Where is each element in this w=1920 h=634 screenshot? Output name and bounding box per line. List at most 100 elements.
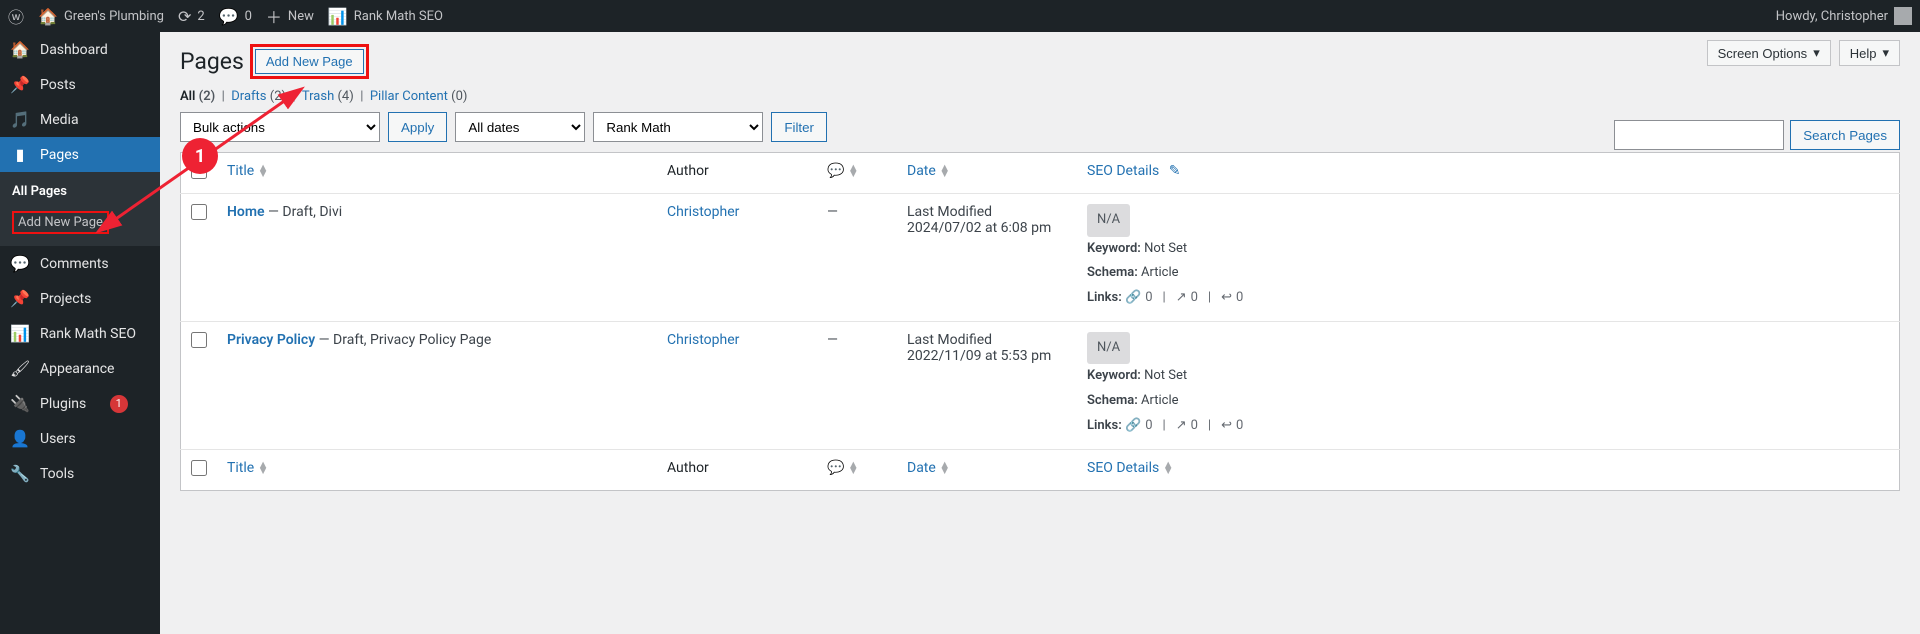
howdy-link[interactable]: Howdy, Christopher xyxy=(1776,7,1912,25)
seo-links-label: Links: xyxy=(1087,418,1122,433)
date-filter-select[interactable]: All dates xyxy=(455,112,585,142)
seo-keyword-label: Keyword: xyxy=(1087,368,1141,383)
avatar-icon xyxy=(1894,7,1912,25)
plug-icon: 🔌 xyxy=(10,394,30,413)
updates-count: 2 xyxy=(197,9,204,24)
comment-icon: 💬 xyxy=(827,163,844,179)
seo-links-label: Links: xyxy=(1087,290,1122,305)
sidebar-item-users[interactable]: 👤Users xyxy=(0,421,160,456)
page-icon: ▮ xyxy=(10,145,30,164)
sidebar-item-tools[interactable]: 🔧 Tools xyxy=(0,456,160,491)
sort-icon: ▲▼ xyxy=(258,461,269,475)
view-drafts[interactable]: Drafts (2) xyxy=(231,89,286,104)
sidebar-item-rankmath[interactable]: 📊Rank Math SEO xyxy=(0,316,160,351)
row-comments: — xyxy=(827,332,838,348)
row-date-label: Last Modified xyxy=(907,332,1067,348)
screen-meta-links: Screen Options▾ Help▾ xyxy=(1707,40,1900,66)
filter-button[interactable]: Filter xyxy=(771,112,827,142)
new-link[interactable]: ＋ New xyxy=(266,4,314,28)
chevron-down-icon: ▾ xyxy=(1882,45,1889,61)
rankmath-link[interactable]: 📊 Rank Math SEO xyxy=(328,7,443,26)
sidebar-label-tools: Tools xyxy=(40,466,74,482)
help-toggle[interactable]: Help▾ xyxy=(1839,40,1900,66)
link-icon: 🔗 xyxy=(1125,286,1141,311)
media-icon: 🎵 xyxy=(10,110,30,129)
col-author-foot[interactable]: Author xyxy=(657,449,817,490)
bulk-actions-select[interactable]: Bulk actions xyxy=(180,112,380,142)
annotation-marker-1: 1 xyxy=(182,138,218,174)
row-author-link[interactable]: Christopher xyxy=(667,332,739,348)
select-all-checkbox-bottom[interactable] xyxy=(191,460,207,476)
sidebar-label-posts: Posts xyxy=(40,77,76,93)
view-pillar[interactable]: Pillar Content (0) xyxy=(370,89,468,104)
sidebar-item-projects[interactable]: 📌Projects xyxy=(0,281,160,316)
sort-icon: ▲▼ xyxy=(848,164,859,178)
seo-badge: N/A xyxy=(1087,204,1130,237)
add-new-page-button[interactable]: Add New Page xyxy=(255,49,364,74)
rankmath-filter-select[interactable]: Rank Math xyxy=(593,112,763,142)
search-input[interactable] xyxy=(1614,120,1784,150)
sidebar-sub-add-new[interactable]: Add New Page xyxy=(0,205,160,240)
col-seo-foot[interactable]: SEO Details ▲▼ xyxy=(1077,449,1900,490)
wrench-icon: 🔧 xyxy=(10,464,30,483)
sidebar-label-plugins: Plugins xyxy=(40,396,86,412)
sidebar-label-pages: Pages xyxy=(40,147,79,163)
pin-icon: 📌 xyxy=(10,75,30,94)
home-icon: 🏠 xyxy=(38,7,58,26)
view-filters: All (2) | Drafts (2) | Trash (4) | Pilla… xyxy=(180,89,1900,104)
col-title-foot[interactable]: Title ▲▼ xyxy=(217,449,657,490)
row-author-link[interactable]: Christopher xyxy=(667,204,739,220)
sidebar-item-posts[interactable]: 📌 Posts xyxy=(0,67,160,102)
table-header-row: Title ▲▼ Author 💬 ▲▼ Date ▲▼ SEO Details… xyxy=(181,153,1900,194)
main-content: Screen Options▾ Help▾ Pages Add New Page… xyxy=(160,32,1920,634)
col-title[interactable]: Title ▲▼ xyxy=(217,153,657,194)
links-incoming: 0 xyxy=(1236,286,1243,311)
row-title-link[interactable]: Privacy Policy xyxy=(227,332,315,348)
seo-schema-label: Schema: xyxy=(1087,393,1138,408)
row-date-label: Last Modified xyxy=(907,204,1067,220)
view-trash[interactable]: Trash (4) xyxy=(302,89,354,104)
comments-link[interactable]: 💬 0 xyxy=(219,7,252,26)
sidebar-item-media[interactable]: 🎵Media xyxy=(0,102,160,137)
col-date-foot[interactable]: Date ▲▼ xyxy=(897,449,1077,490)
screen-options-label: Screen Options xyxy=(1718,46,1808,61)
external-link-icon: ↗ xyxy=(1176,286,1187,311)
sidebar-sub-all-pages[interactable]: All Pages xyxy=(0,178,160,205)
edit-icon[interactable]: ✎ xyxy=(1169,163,1181,179)
add-new-page-highlight: Add New Page xyxy=(12,211,109,234)
wp-logo-icon[interactable]: ⓦ xyxy=(8,4,24,28)
apply-button[interactable]: Apply xyxy=(388,112,447,142)
screen-options-toggle[interactable]: Screen Options▾ xyxy=(1707,40,1831,66)
seo-links: 🔗0| ↗0| ↩0 xyxy=(1125,286,1243,311)
row-checkbox[interactable] xyxy=(191,332,207,348)
pages-table: Title ▲▼ Author 💬 ▲▼ Date ▲▼ SEO Details… xyxy=(180,152,1900,491)
col-comments-foot[interactable]: 💬 ▲▼ xyxy=(817,449,897,490)
updates-link[interactable]: ⟳ 2 xyxy=(178,7,205,26)
site-name-link[interactable]: 🏠 Green's Plumbing xyxy=(38,7,164,26)
col-author[interactable]: Author xyxy=(657,153,817,194)
row-comments: — xyxy=(827,204,838,220)
col-comments[interactable]: 💬 ▲▼ xyxy=(817,153,897,194)
sidebar-item-dashboard[interactable]: 🏠Dashboard xyxy=(0,32,160,67)
sidebar-item-appearance[interactable]: 🖌Appearance xyxy=(0,351,160,386)
incoming-link-icon: ↩ xyxy=(1221,286,1232,311)
col-date[interactable]: Date ▲▼ xyxy=(897,153,1077,194)
sidebar-item-plugins[interactable]: 🔌Plugins 1 xyxy=(0,386,160,421)
sidebar-item-comments[interactable]: 💬Comments xyxy=(0,246,160,281)
row-checkbox[interactable] xyxy=(191,204,207,220)
seo-schema-value: Article xyxy=(1141,393,1178,408)
sort-icon: ▲▼ xyxy=(939,461,950,475)
view-all[interactable]: All (2) xyxy=(180,89,215,104)
col-seo[interactable]: SEO Details ✎ xyxy=(1077,153,1900,194)
external-link-icon: ↗ xyxy=(1176,414,1187,439)
row-title-link[interactable]: Home xyxy=(227,204,265,220)
row-status: — Draft, Privacy Policy Page xyxy=(315,332,491,348)
sidebar-submenu-pages: All Pages Add New Page xyxy=(0,172,160,246)
sidebar-label-projects: Projects xyxy=(40,291,91,307)
sidebar-item-pages[interactable]: ▮ Pages xyxy=(0,137,160,172)
sidebar-label-appearance: Appearance xyxy=(40,361,114,377)
links-external: 0 xyxy=(1191,286,1198,311)
page-header: Pages Add New Page xyxy=(180,44,1900,79)
rankmath-label: Rank Math SEO xyxy=(354,9,443,24)
search-button[interactable]: Search Pages xyxy=(1790,120,1900,150)
